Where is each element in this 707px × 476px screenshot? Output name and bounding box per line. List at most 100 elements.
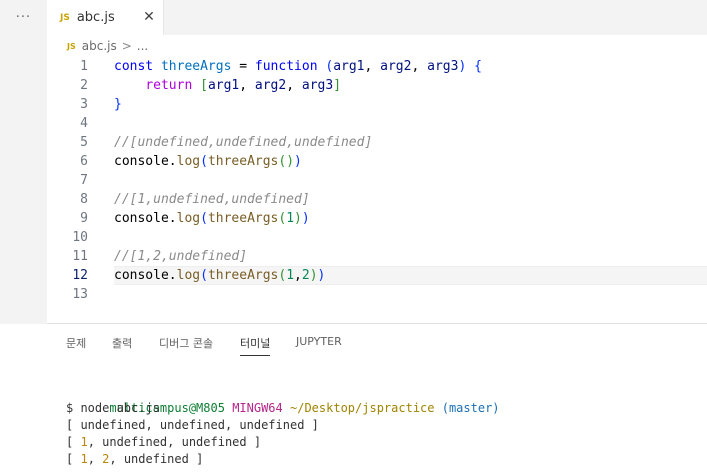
- terminal-text: ,: [87, 452, 103, 466]
- code-token: ): [301, 211, 310, 226]
- panel-tab-bar: 문제 출력 디버그 콘솔 터미널 JUPYTER: [47, 324, 707, 360]
- line-number: 7: [80, 173, 88, 188]
- code-token: ): [294, 211, 302, 226]
- tab-label: abc.js: [76, 10, 115, 25]
- terminal-output[interactable]: multicampus@M805 MINGW64 ~/Desktop/jspra…: [66, 383, 706, 468]
- code-token: const: [114, 59, 161, 74]
- bottom-panel: 문제 출력 디버그 콘솔 터미널 JUPYTER multicampus@M805 MI…: [47, 324, 707, 476]
- code-token: ]: [333, 78, 342, 93]
- code-token: =: [231, 59, 255, 74]
- terminal-text: 1: [80, 452, 88, 466]
- code-line[interactable]: 2 return [arg1, arg2, arg3]: [47, 76, 707, 95]
- code-token: arg3: [427, 59, 459, 74]
- javascript-file-icon: JS: [60, 12, 70, 23]
- code-token: arg2: [380, 59, 412, 74]
- code-line[interactable]: 3}: [47, 95, 707, 114]
- code-text: console.log(threeArgs(1,2)): [114, 266, 325, 285]
- code-token: threeArgs: [207, 268, 279, 283]
- code-token: ): [317, 268, 326, 283]
- code-line[interactable]: 4: [47, 114, 707, 133]
- terminal-text: 1: [80, 435, 88, 449]
- code-token: {: [474, 59, 482, 74]
- panel-tab-0[interactable]: 문제: [66, 335, 86, 355]
- code-token: arg1: [207, 78, 240, 93]
- close-icon[interactable]: ✕: [141, 9, 157, 25]
- code-line[interactable]: 10: [47, 228, 707, 247]
- line-number: 12: [72, 268, 88, 283]
- code-line[interactable]: 13: [47, 285, 707, 304]
- code-token: ,: [294, 268, 302, 283]
- code-line[interactable]: 12 console.log(threeArgs(1,2)): [47, 266, 707, 285]
- code-line[interactable]: 6 console.log(threeArgs()): [47, 152, 707, 171]
- line-number: 13: [72, 287, 88, 302]
- code-token: (): [278, 154, 295, 169]
- code-line[interactable]: 8 //[1,undefined,undefined]: [47, 190, 707, 209]
- terminal-line: [ undefined, undefined, undefined ]: [66, 417, 706, 434]
- code-token: threeArgs: [207, 154, 279, 169]
- code-token: console: [114, 268, 169, 283]
- line-number: 8: [80, 192, 88, 207]
- line-number: 11: [72, 249, 88, 264]
- code-token: }: [114, 97, 122, 112]
- code-token: log: [176, 154, 201, 169]
- panel-tab-4[interactable]: JUPYTER: [296, 335, 342, 355]
- line-number: 6: [80, 154, 88, 169]
- code-token: .: [168, 211, 177, 226]
- code-line[interactable]: 5 //[undefined,undefined,undefined]: [47, 133, 707, 152]
- panel-tab-3[interactable]: 터미널: [240, 335, 271, 356]
- code-token: ,: [239, 78, 255, 93]
- terminal-text: , undefined, undefined ]: [87, 435, 262, 449]
- code-token: log: [176, 211, 201, 226]
- prompt-branch: (master): [441, 401, 500, 415]
- code-line[interactable]: 9 console.log(threeArgs(1)): [47, 209, 707, 228]
- code-token: arg3: [301, 78, 334, 93]
- line-number: 1: [80, 59, 88, 74]
- code-line[interactable]: 1 const threeArgs = function (arg1, arg2,…: [47, 57, 707, 76]
- code-text: //[1,undefined,undefined]: [114, 190, 310, 209]
- terminal-line: [ 1, undefined, undefined ]: [66, 434, 706, 451]
- prompt-msys: MINGW64: [232, 401, 283, 415]
- code-line[interactable]: 11 //[1,2,undefined]: [47, 247, 707, 266]
- code-token: ): [294, 154, 302, 169]
- code-token: //[undefined,undefined,undefined]: [114, 135, 373, 150]
- code-token: 2: [301, 268, 310, 283]
- terminal-text: , undefined ]: [109, 452, 204, 466]
- code-editor[interactable]: 1 const threeArgs = function (arg1, arg2,…: [47, 57, 707, 323]
- code-text: //[undefined,undefined,undefined]: [114, 133, 372, 152]
- code-text: return [arg1, arg2, arg3]: [114, 76, 341, 95]
- code-token: arg2: [254, 78, 287, 93]
- line-number: 9: [80, 211, 88, 226]
- code-text: }: [114, 95, 122, 114]
- prompt-path: ~/Desktop/jspractice: [290, 401, 435, 415]
- code-token: 1: [286, 268, 295, 283]
- panel-tab-1[interactable]: 출력: [112, 335, 132, 355]
- breadcrumb-file[interactable]: abc.js: [82, 39, 117, 53]
- javascript-file-icon: JS: [67, 41, 76, 51]
- code-text: console.log(threeArgs()): [114, 152, 302, 171]
- code-text: const threeArgs = function (arg1, arg2, …: [114, 57, 482, 76]
- code-token: //[1,undefined,undefined]: [114, 192, 310, 207]
- code-token: ,: [411, 59, 428, 74]
- code-token: function: [254, 59, 318, 74]
- tab-abc-js[interactable]: JS abc.js ✕: [47, 0, 164, 35]
- panel-tab-2[interactable]: 디버그 콘솔: [159, 335, 213, 355]
- code-line[interactable]: 7: [47, 171, 707, 190]
- terminal-text: [ undefined, undefined, undefined ]: [66, 418, 319, 432]
- code-token: ,: [286, 78, 302, 93]
- code-token: console: [114, 154, 169, 169]
- line-number: 10: [72, 230, 88, 245]
- code-token: (: [200, 211, 208, 226]
- activity-bar-strip: [0, 0, 47, 324]
- line-number: 5: [80, 135, 88, 150]
- terminal-text: [: [66, 452, 81, 466]
- breadcrumb-symbol[interactable]: ...: [137, 39, 148, 53]
- terminal-text: $ node abc.js: [66, 401, 160, 415]
- code-token: (: [200, 154, 208, 169]
- breadcrumb: JS abc.js > ...: [47, 35, 707, 57]
- code-token: //[1,2,undefined]: [114, 249, 248, 264]
- more-actions-button[interactable]: ···: [0, 0, 47, 35]
- chevron-right-icon: >: [121, 39, 132, 53]
- code-token: .: [168, 268, 177, 283]
